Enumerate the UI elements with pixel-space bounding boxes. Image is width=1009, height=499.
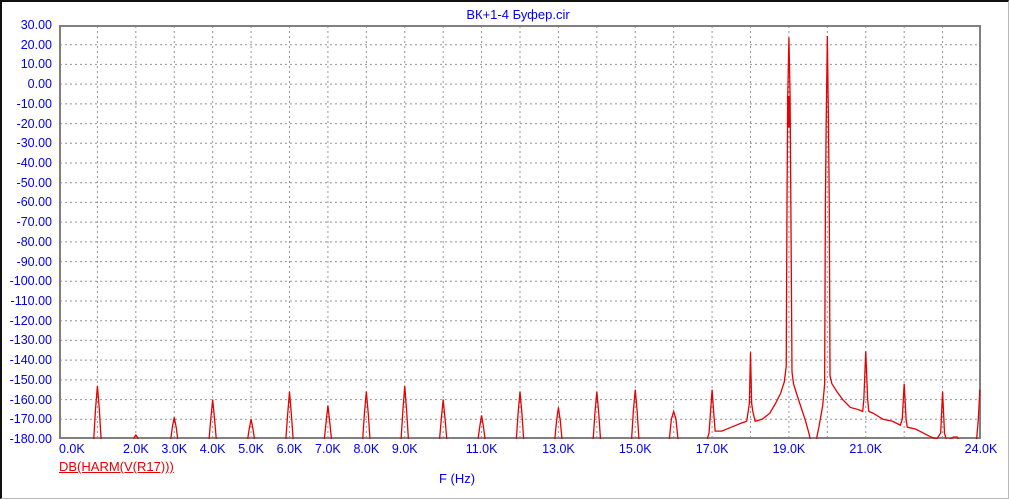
y-tick-label: -140.00: [9, 353, 52, 368]
y-tick-label: -160.00: [9, 392, 52, 407]
microcap-plot-window: ВК+1-4 Буфер.cir 30.00 20.00 10.00 0.00 -10.…: [0, 0, 1009, 499]
y-tick-label: 30.00: [20, 18, 52, 32]
x-tick-label: 24.0K: [964, 442, 998, 456]
y-tick-label: -60.00: [16, 195, 52, 210]
x-tick-label: 7.0K: [315, 442, 341, 456]
x-tick-label: 2.0K: [122, 442, 149, 456]
y-tick-label: -180.00: [9, 432, 52, 446]
y-tick-label: -110.00: [10, 294, 52, 308]
y-tick-label: -170.00: [9, 412, 52, 427]
x-tick-label: 4.0K: [199, 442, 226, 456]
y-tick-label: -130.00: [9, 333, 52, 348]
y-tick-label: -90.00: [16, 254, 52, 269]
y-tick-label: 10.00: [20, 57, 52, 72]
y-tick-label: -70.00: [16, 215, 52, 230]
x-tick-label: 0.0K: [59, 442, 85, 456]
x-tick-label: 13.0K: [542, 442, 575, 456]
y-tick-label: -20.00: [16, 116, 52, 131]
y-tick-label: -50.00: [16, 175, 52, 190]
y-tick-label: 20.00: [20, 37, 52, 52]
x-tick-label: 15.0K: [618, 442, 652, 456]
y-tick-label: -40.00: [16, 156, 52, 170]
x-tick-label: 8.0K: [353, 442, 380, 456]
x-tick-label: 3.0K: [161, 442, 188, 456]
x-tick-label: 21.0K: [849, 442, 883, 456]
spectrum-trace: [93, 36, 981, 439]
y-tick-label: -150.00: [9, 372, 52, 387]
x-tick-label: 19.0K: [772, 442, 806, 456]
y-tick-label: 0.00: [27, 77, 52, 92]
chart-title: ВК+1-4 Буфер.cir: [466, 7, 570, 22]
y-tick-label: -120.00: [9, 313, 52, 328]
y-tick-label: -100.00: [9, 274, 52, 289]
x-tick-label: 5.0K: [238, 442, 264, 456]
x-tick-label: 6.0K: [276, 442, 303, 456]
x-tick-label: 9.0K: [391, 442, 418, 456]
x-axis-title: F (Hz): [438, 471, 476, 486]
legend-waveform-expression[interactable]: DB(HARM(V(R17))): [59, 459, 174, 474]
y-tick-label: -80.00: [16, 234, 52, 249]
y-tick-label: -10.00: [16, 96, 52, 111]
y-tick-label: -30.00: [16, 136, 52, 151]
x-tick-label: 17.0K: [695, 442, 729, 456]
plot-canvas[interactable]: [59, 25, 981, 439]
x-tick-label: 11.0K: [465, 442, 498, 456]
